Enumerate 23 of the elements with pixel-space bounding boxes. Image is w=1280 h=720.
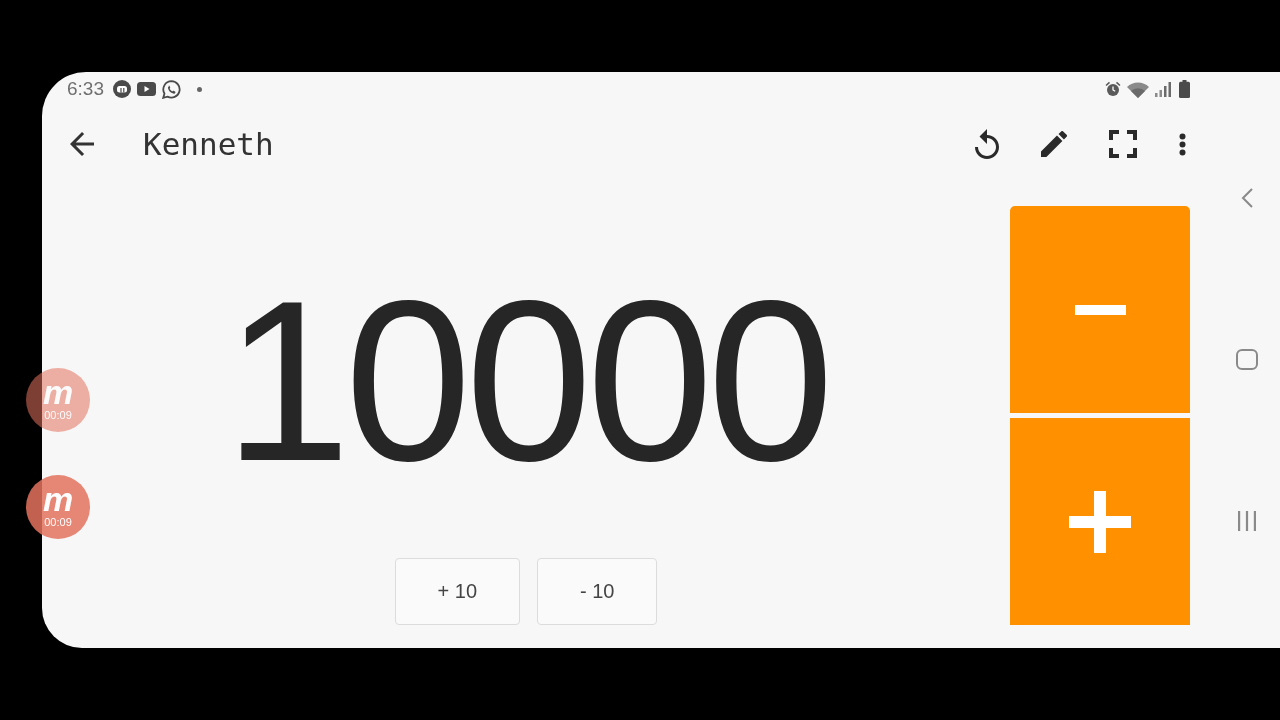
battery-icon [1179,80,1190,98]
circular-arrow-icon[interactable] [975,129,999,159]
step-button[interactable]: + 10 [394,558,520,625]
back-arrow-icon[interactable] [70,132,94,156]
wifi-icon [1127,80,1149,98]
home-square-icon[interactable] [1236,349,1258,370]
chat-bubble-icon [162,79,181,99]
status-time: 6:33 [67,78,104,100]
video-play-icon [137,82,156,96]
fullscreen-icon[interactable] [1109,130,1137,158]
pencil-icon[interactable] [1041,131,1067,157]
counter-value: 10000 [224,267,828,495]
recents-lines-icon[interactable] [1237,511,1257,531]
back-chevron-icon[interactable] [1241,188,1253,208]
signal-icon [1155,81,1171,97]
plus-icon [1069,490,1131,553]
more-vertical-icon[interactable] [1179,132,1186,156]
dot-icon [197,86,202,92]
minus-icon [1074,304,1126,315]
alarm-clock-icon [1105,81,1121,97]
step-button[interactable]: - 10 [537,558,658,625]
round-logo-icon [113,80,131,98]
app-bar-title: Kenneth [143,126,274,162]
